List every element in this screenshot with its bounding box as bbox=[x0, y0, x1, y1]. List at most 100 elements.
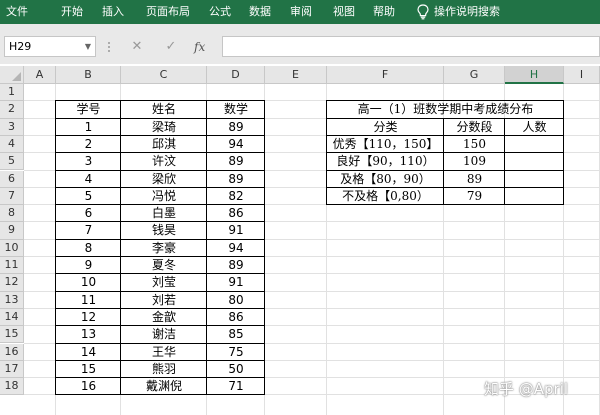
row-header-16[interactable]: 16 bbox=[0, 343, 24, 361]
student-table-cell[interactable]: 李豪 bbox=[121, 240, 207, 257]
grade-table-cell[interactable] bbox=[505, 171, 564, 188]
row-header-15[interactable]: 15 bbox=[0, 326, 24, 344]
student-table-cell[interactable]: 94 bbox=[207, 240, 265, 257]
column-header-f[interactable]: F bbox=[327, 66, 444, 84]
grade-table-cell[interactable]: 150 bbox=[444, 136, 505, 153]
row-header-4[interactable]: 4 bbox=[0, 135, 24, 154]
student-table-cell[interactable]: 15 bbox=[56, 361, 121, 378]
student-table-cell[interactable]: 白墨 bbox=[121, 205, 207, 222]
student-table-cell[interactable]: 6 bbox=[56, 205, 121, 222]
tab-home[interactable]: 开始 bbox=[52, 0, 92, 24]
row-header-13[interactable]: 13 bbox=[0, 291, 24, 309]
lightbulb-icon[interactable] bbox=[416, 4, 430, 20]
row-header-6[interactable]: 6 bbox=[0, 170, 24, 188]
student-table-cell[interactable]: 许汶 bbox=[121, 153, 207, 170]
student-table-cell[interactable]: 梁欣 bbox=[121, 171, 207, 188]
student-table-cell[interactable]: 戴渊倪 bbox=[121, 378, 207, 395]
student-table-cell[interactable]: 11 bbox=[56, 292, 121, 309]
tab-data[interactable]: 数据 bbox=[240, 0, 280, 24]
student-table-cell[interactable]: 钱昊 bbox=[121, 222, 207, 239]
grade-table-header[interactable]: 分类 bbox=[327, 119, 444, 136]
student-table-cell[interactable]: 4 bbox=[56, 171, 121, 188]
row-header-3[interactable]: 3 bbox=[0, 118, 24, 136]
row-header-1[interactable]: 1 bbox=[0, 84, 24, 102]
grade-table-cell[interactable]: 不及格【0,80） bbox=[327, 188, 444, 205]
grade-table-cell[interactable]: 89 bbox=[444, 171, 505, 188]
student-table-cell[interactable]: 10 bbox=[56, 274, 121, 291]
grade-table-title[interactable]: 高一（1）班数学期中考成绩分布 bbox=[327, 101, 564, 118]
formula-input[interactable] bbox=[222, 36, 600, 57]
grade-table-header[interactable]: 分数段 bbox=[444, 119, 505, 136]
student-table-cell[interactable]: 12 bbox=[56, 309, 121, 326]
student-table-cell[interactable]: 85 bbox=[207, 326, 265, 343]
student-table-cell[interactable]: 14 bbox=[56, 344, 121, 361]
column-header-b[interactable]: B bbox=[56, 66, 121, 84]
student-table-cell[interactable]: 刘莹 bbox=[121, 274, 207, 291]
student-table-cell[interactable]: 80 bbox=[207, 292, 265, 309]
row-header-18[interactable]: 18 bbox=[0, 378, 24, 396]
grade-table-cell[interactable]: 及格【80，90） bbox=[327, 171, 444, 188]
student-table-cell[interactable]: 3 bbox=[56, 153, 121, 170]
student-table-cell[interactable]: 梁琦 bbox=[121, 119, 207, 136]
student-table-cell[interactable]: 刘若 bbox=[121, 292, 207, 309]
cancel-icon[interactable]: ✕ bbox=[128, 38, 146, 56]
student-table-cell[interactable]: 金歆 bbox=[121, 309, 207, 326]
grade-table-cell[interactable]: 优秀【110，150】 bbox=[327, 136, 444, 153]
student-table-cell[interactable]: 94 bbox=[207, 136, 265, 153]
student-table-cell[interactable]: 冯悦 bbox=[121, 188, 207, 205]
column-header-a[interactable]: A bbox=[24, 66, 56, 84]
student-table-cell[interactable]: 82 bbox=[207, 188, 265, 205]
tab-formulas[interactable]: 公式 bbox=[200, 0, 240, 24]
student-table-cell[interactable]: 89 bbox=[207, 119, 265, 136]
chevron-down-icon[interactable]: ▼ bbox=[85, 37, 91, 56]
student-table-header[interactable]: 姓名 bbox=[121, 101, 207, 118]
row-header-12[interactable]: 12 bbox=[0, 274, 24, 292]
row-header-2[interactable]: 2 bbox=[0, 101, 24, 119]
row-header-9[interactable]: 9 bbox=[0, 222, 24, 240]
row-header-11[interactable]: 11 bbox=[0, 257, 24, 275]
student-table-cell[interactable]: 71 bbox=[207, 378, 265, 395]
column-header-i[interactable]: I bbox=[564, 66, 600, 84]
grade-table-cell[interactable]: 良好【90，110） bbox=[327, 153, 444, 170]
student-table-cell[interactable]: 91 bbox=[207, 274, 265, 291]
grade-table-cell[interactable] bbox=[505, 136, 564, 153]
student-table-cell[interactable]: 9 bbox=[56, 257, 121, 274]
tab-review[interactable]: 审阅 bbox=[281, 0, 321, 24]
student-table-cell[interactable]: 王华 bbox=[121, 344, 207, 361]
grade-table-cell[interactable]: 109 bbox=[444, 153, 505, 170]
insert-function-button[interactable]: fx bbox=[194, 38, 205, 56]
row-header-8[interactable]: 8 bbox=[0, 205, 24, 223]
student-table-cell[interactable]: 5 bbox=[56, 188, 121, 205]
column-header-d[interactable]: D bbox=[207, 66, 265, 84]
column-header-g[interactable]: G bbox=[444, 66, 505, 84]
tab-insert[interactable]: 插入 bbox=[93, 0, 133, 24]
select-all-button[interactable] bbox=[0, 66, 24, 84]
student-table-cell[interactable]: 熊羽 bbox=[121, 361, 207, 378]
tell-me-search[interactable]: 操作说明搜索 bbox=[434, 0, 514, 24]
row-header-5[interactable]: 5 bbox=[0, 153, 24, 171]
student-table-header[interactable]: 数学 bbox=[207, 101, 265, 118]
student-table-cell[interactable]: 16 bbox=[56, 378, 121, 395]
student-table-cell[interactable]: 1 bbox=[56, 119, 121, 136]
tab-file[interactable]: 文件 bbox=[2, 0, 32, 24]
grade-table-header[interactable]: 人数 bbox=[505, 119, 564, 136]
column-header-c[interactable]: C bbox=[121, 66, 207, 84]
column-header-e[interactable]: E bbox=[265, 66, 327, 84]
tab-help[interactable]: 帮助 bbox=[364, 0, 404, 24]
student-table-cell[interactable]: 75 bbox=[207, 344, 265, 361]
tab-page-layout[interactable]: 页面布局 bbox=[136, 0, 200, 24]
student-table-cell[interactable]: 86 bbox=[207, 205, 265, 222]
grade-table-cell[interactable] bbox=[505, 188, 564, 205]
worksheet-grid[interactable]: A B C D E F G H I 1 2 3 4 5 6 7 8 9 10 11 12 13 14 15 16 17 18 学号 姓名… bbox=[0, 64, 600, 415]
student-table-cell[interactable]: 50 bbox=[207, 361, 265, 378]
student-table-cell[interactable]: 86 bbox=[207, 309, 265, 326]
student-table-cell[interactable]: 夏冬 bbox=[121, 257, 207, 274]
grade-table-cell[interactable] bbox=[505, 153, 564, 170]
student-table-cell[interactable]: 13 bbox=[56, 326, 121, 343]
row-header-17[interactable]: 17 bbox=[0, 360, 24, 379]
student-table-cell[interactable]: 谢洁 bbox=[121, 326, 207, 343]
student-table-cell[interactable]: 89 bbox=[207, 153, 265, 170]
student-table-cell[interactable]: 7 bbox=[56, 222, 121, 239]
grade-table-cell[interactable]: 79 bbox=[444, 188, 505, 205]
tab-view[interactable]: 视图 bbox=[324, 0, 364, 24]
